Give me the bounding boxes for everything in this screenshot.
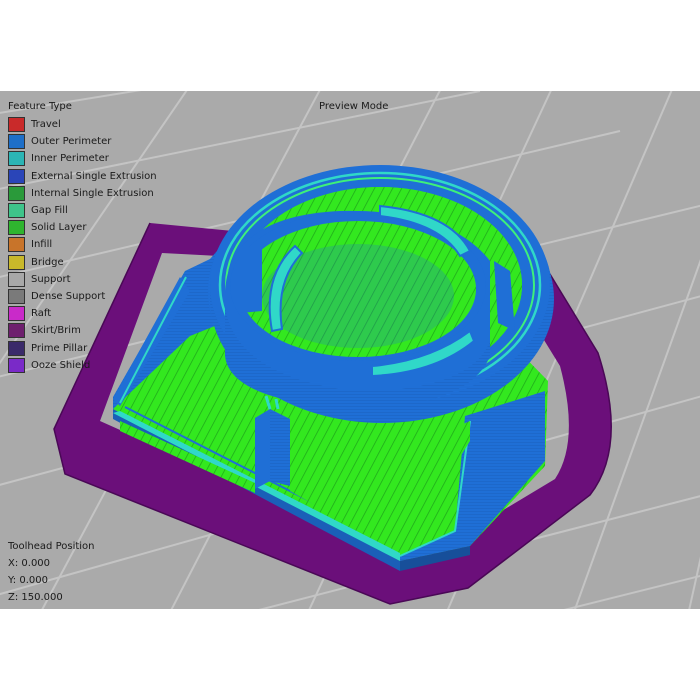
legend-swatch [8,357,25,373]
legend-label: Skirt/Brim [31,325,81,337]
toolhead-title: Toolhead Position [8,541,95,552]
legend-item: External Single Extrusion [8,168,157,185]
legend-label: Travel [31,119,61,131]
toolhead-position-panel: Toolhead Position X: 0.000 Y: 0.000 Z: 1… [8,538,95,606]
legend-swatch [8,134,25,150]
legend-item: Raft [8,305,157,322]
legend-swatch [8,237,25,253]
legend-swatch [8,323,25,339]
legend-swatch [8,254,25,270]
toolhead-z: Z: 150.000 [8,592,63,603]
legend-label: Infill [31,239,53,251]
legend-label: Ooze Shield [31,359,91,371]
legend-label: Support [31,273,71,285]
legend-label: Solid Layer [31,222,87,234]
legend-label: Outer Perimeter [31,136,112,148]
legend-item: Dense Support [8,288,157,305]
legend-swatch [8,168,25,184]
legend-swatch [8,117,25,133]
legend-swatch [8,220,25,236]
legend-item: Gap Fill [8,202,157,219]
legend-item: Travel [8,116,157,133]
legend-label: Inner Perimeter [31,153,109,165]
legend-swatch [8,151,25,167]
legend-item: Prime Pillar [8,339,157,356]
preview-mode-label: Preview Mode [319,101,389,112]
legend-label: Gap Fill [31,205,68,217]
legend-swatch [8,306,25,322]
legend-label: Dense Support [31,290,106,302]
legend-item: Internal Single Extrusion [8,185,157,202]
legend-item: Support [8,271,157,288]
legend-label: Prime Pillar [31,342,88,354]
legend-item: Infill [8,236,157,253]
legend-item: Ooze Shield [8,357,157,374]
legend-item: Solid Layer [8,219,157,236]
legend-swatch [8,203,25,219]
legend-swatch [8,288,25,304]
legend-item: Bridge [8,254,157,271]
legend-item: Skirt/Brim [8,322,157,339]
toolhead-x: X: 0.000 [8,558,51,569]
legend-item: Inner Perimeter [8,150,157,167]
legend-title: Feature Type [8,101,72,112]
legend-list: Travel Outer Perimeter Inner Perimeter Exte… [8,116,157,374]
legend-label: Internal Single Extrusion [31,187,154,199]
legend-swatch [8,340,25,356]
legend-item: Outer Perimeter [8,133,157,150]
legend-swatch [8,185,25,201]
feature-type-legend: Feature Type Travel Outer Perimeter Inner … [8,98,157,374]
toolhead-y: Y: 0.000 [8,575,48,586]
legend-swatch [8,271,25,287]
legend-label: Raft [31,308,52,320]
legend-label: External Single Extrusion [31,170,157,182]
3d-preview-viewport[interactable]: Feature Type Travel Outer Perimeter Inner … [0,91,700,609]
legend-label: Bridge [31,256,64,268]
